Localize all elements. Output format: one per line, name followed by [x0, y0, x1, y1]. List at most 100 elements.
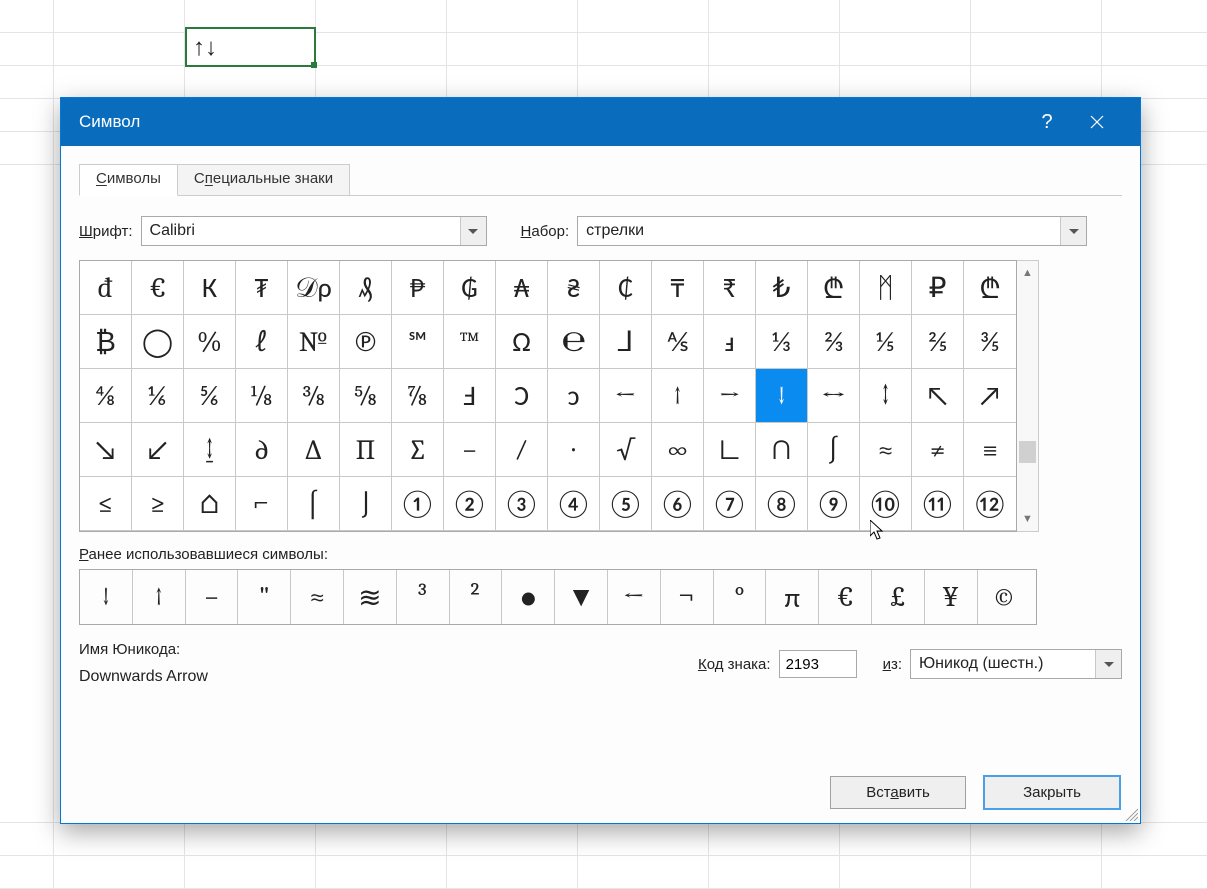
recent-symbol-cell[interactable]: −	[186, 570, 239, 624]
symbol-cell[interactable]: ↑	[652, 369, 704, 423]
symbol-cell[interactable]: ⅜	[288, 369, 340, 423]
symbol-cell[interactable]: ⑧	[756, 477, 808, 531]
symbol-cell[interactable]: ℮	[548, 315, 600, 369]
symbol-cell[interactable]: ₾	[964, 261, 1016, 315]
symbol-cell[interactable]: ↙	[132, 423, 184, 477]
symbol-cell[interactable]: ⅖	[912, 315, 964, 369]
recent-symbol-cell[interactable]: ¥	[925, 570, 978, 624]
symbol-cell[interactable]: ⅚	[184, 369, 236, 423]
grid-scrollbar[interactable]: ▲ ▼	[1017, 260, 1039, 532]
symbol-cell[interactable]: ₿	[80, 315, 132, 369]
symbol-cell[interactable]: ≠	[912, 423, 964, 477]
code-input[interactable]	[779, 650, 857, 678]
symbol-cell[interactable]: đ	[80, 261, 132, 315]
symbol-cell[interactable]: ≤	[80, 477, 132, 531]
recent-symbol-cell[interactable]: ³	[397, 570, 450, 624]
symbol-cell[interactable]: ⅞	[392, 369, 444, 423]
symbol-cell[interactable]: 𝒟ρ	[288, 261, 340, 315]
symbol-cell[interactable]: ∂	[236, 423, 288, 477]
symbol-cell[interactable]: ④	[548, 477, 600, 531]
scroll-up-icon[interactable]: ▲	[1022, 265, 1033, 281]
recent-symbol-cell[interactable]: £	[872, 570, 925, 624]
symbol-cell[interactable]: ∞	[652, 423, 704, 477]
font-select[interactable]: Calibri	[141, 216, 487, 246]
symbol-cell[interactable]: →	[704, 369, 756, 423]
symbol-cell[interactable]: ⅙	[132, 369, 184, 423]
symbol-cell[interactable]: ₵	[600, 261, 652, 315]
symbol-cell[interactable]: ⅍	[652, 315, 704, 369]
recent-symbol-cell[interactable]: ≈	[291, 570, 344, 624]
subset-select[interactable]: стрелки	[577, 216, 1087, 246]
symbol-cell[interactable]: ₺	[756, 261, 808, 315]
recent-symbol-cell[interactable]: ←	[608, 570, 661, 624]
symbol-cell[interactable]: ↨	[184, 423, 236, 477]
symbol-cell[interactable]: ₾	[808, 261, 860, 315]
active-cell[interactable]: ↑↓	[185, 27, 316, 67]
symbol-cell[interactable]: −	[444, 423, 496, 477]
symbol-cell[interactable]: ↗	[964, 369, 1016, 423]
symbol-cell[interactable]: ₳	[496, 261, 548, 315]
symbol-cell[interactable]: ᛗ	[860, 261, 912, 315]
symbol-cell[interactable]: ₰	[340, 261, 392, 315]
recent-symbol-cell[interactable]: ↓	[80, 570, 133, 624]
recent-symbol-cell[interactable]: €	[819, 570, 872, 624]
symbol-cell[interactable]: ∩	[756, 423, 808, 477]
symbol-cell[interactable]: ⌐	[236, 477, 288, 531]
symbol-cell[interactable]: Ω	[496, 315, 548, 369]
symbol-cell[interactable]: ⅗	[964, 315, 1016, 369]
symbol-cell[interactable]: ⅓	[756, 315, 808, 369]
symbol-cell[interactable]: ←	[600, 369, 652, 423]
symbol-cell[interactable]: Ⅎ	[444, 369, 496, 423]
tab-special-chars[interactable]: Специальные знаки	[177, 164, 350, 196]
symbol-cell[interactable]: ③	[496, 477, 548, 531]
symbol-cell[interactable]: ₱	[392, 261, 444, 315]
close-icon[interactable]	[1072, 98, 1122, 146]
from-select[interactable]: Юникод (шестн.)	[910, 649, 1122, 679]
symbol-cell[interactable]: ↘	[80, 423, 132, 477]
recent-symbol-cell[interactable]: ↑	[133, 570, 186, 624]
symbol-cell[interactable]: ₴	[548, 261, 600, 315]
insert-button[interactable]: Вставить	[830, 776, 966, 809]
symbol-cell[interactable]: ∕	[496, 423, 548, 477]
symbol-cell[interactable]: ∆	[288, 423, 340, 477]
symbol-cell[interactable]: %	[184, 315, 236, 369]
recent-symbol-cell[interactable]: ▼	[555, 570, 608, 624]
symbol-cell[interactable]: №	[288, 315, 340, 369]
scroll-thumb[interactable]	[1019, 441, 1036, 463]
symbol-cell[interactable]: ⑥	[652, 477, 704, 531]
symbol-cell[interactable]: ⑦	[704, 477, 756, 531]
symbol-cell[interactable]: ₮	[236, 261, 288, 315]
symbol-cell[interactable]: ⑨	[808, 477, 860, 531]
symbol-cell[interactable]: ⌠	[288, 477, 340, 531]
symbol-cell[interactable]: ①	[392, 477, 444, 531]
recent-symbol-cell[interactable]: ●	[502, 570, 555, 624]
symbol-cell[interactable]: ⅃	[600, 315, 652, 369]
symbol-cell[interactable]: ₹	[704, 261, 756, 315]
symbol-cell[interactable]: ⅘	[80, 369, 132, 423]
symbol-cell[interactable]: ≥	[132, 477, 184, 531]
symbol-cell[interactable]: €	[132, 261, 184, 315]
symbol-cell[interactable]: ⑫	[964, 477, 1016, 531]
symbol-cell[interactable]: ₲	[444, 261, 496, 315]
symbol-cell[interactable]: ⅎ	[704, 315, 756, 369]
symbol-cell[interactable]: ℓ	[236, 315, 288, 369]
symbol-cell[interactable]: ∏	[340, 423, 392, 477]
symbol-cell[interactable]: ↄ	[548, 369, 600, 423]
symbol-cell[interactable]: Ↄ	[496, 369, 548, 423]
symbol-cell[interactable]: ⅝	[340, 369, 392, 423]
symbol-cell[interactable]: ②	[444, 477, 496, 531]
help-button[interactable]: ?	[1022, 98, 1072, 146]
symbol-cell[interactable]: ⌡	[340, 477, 392, 531]
recent-symbol-cell[interactable]: ²	[450, 570, 503, 624]
symbol-cell[interactable]: ₸	[652, 261, 704, 315]
symbol-cell[interactable]: ⑤	[600, 477, 652, 531]
symbol-cell[interactable]: ∫	[808, 423, 860, 477]
symbol-cell[interactable]: ⌂	[184, 477, 236, 531]
symbol-cell[interactable]: ∑	[392, 423, 444, 477]
symbol-cell[interactable]: ∟	[704, 423, 756, 477]
tab-symbols[interactable]: Символы	[79, 164, 178, 196]
symbol-cell[interactable]: ↖	[912, 369, 964, 423]
symbol-cell[interactable]: ≡	[964, 423, 1016, 477]
symbol-cell[interactable]: ↔	[808, 369, 860, 423]
close-button[interactable]: Закрыть	[984, 776, 1120, 809]
